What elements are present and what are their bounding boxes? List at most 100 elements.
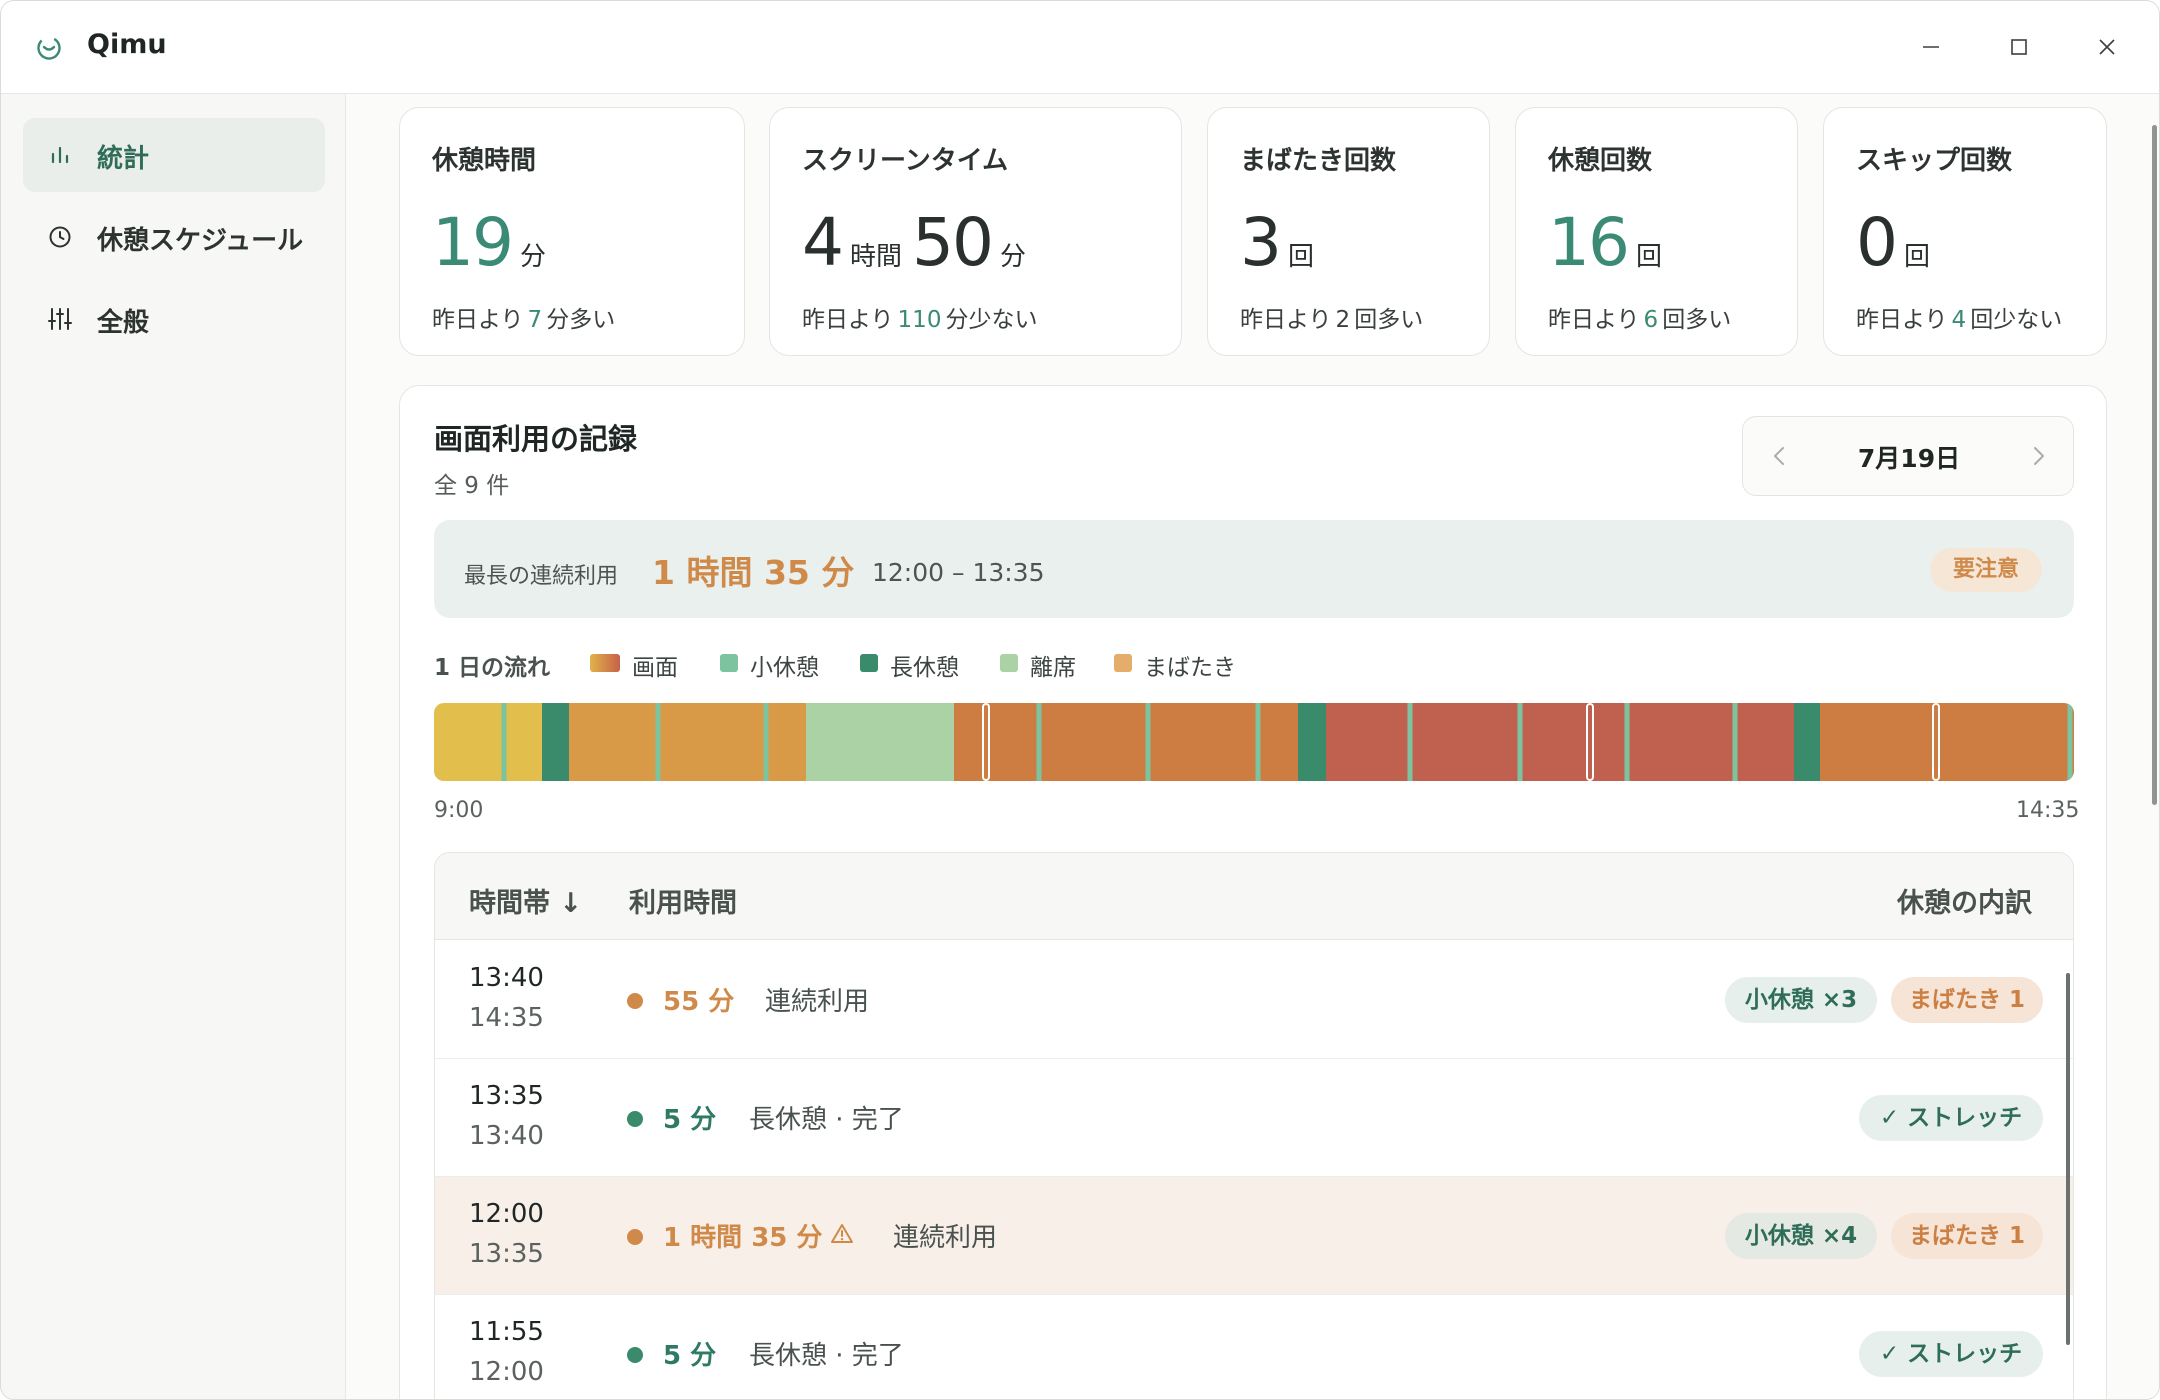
app-window: Qimu 統計 休憩スケジュール 全般 休憩時間 19 分 昨日より 7 分多い… xyxy=(0,0,2160,1400)
stat-diff: 昨日より 4 回少ない xyxy=(1856,300,2062,334)
stat-diff-suffix: 回多い xyxy=(1354,307,1424,333)
stat-card-screen-time: スクリーンタイム 4 時間 50 分 昨日より 110 分少ない xyxy=(769,107,1182,356)
legend-swatch xyxy=(1000,654,1018,672)
stat-diff-prefix: 昨日より xyxy=(1548,307,1640,333)
stat-unit: 回 xyxy=(1904,242,1931,272)
record-count: 全 9 件 xyxy=(434,473,510,499)
stat-unit: 回 xyxy=(1635,242,1662,272)
tag-stretch: ✓ ストレッチ xyxy=(1859,1331,2043,1377)
segment-short-break xyxy=(501,703,507,781)
longest-usage-range: 12:00 – 13:35 xyxy=(872,558,1045,587)
stat-diff-value: 7 xyxy=(527,307,543,333)
segment-short-break xyxy=(1732,703,1738,781)
longest-usage-banner: 最長の連続利用 1 時間 35 分 12:00 – 13:35 要注意 xyxy=(434,520,2074,618)
segment-short-break xyxy=(655,703,661,781)
sidebar: 統計 休憩スケジュール 全般 xyxy=(1,94,346,1399)
row-duration: 1 時間 35 分 xyxy=(663,1223,823,1253)
legend-label: 離席 xyxy=(1030,655,1076,681)
longest-usage-label: 最長の連続利用 xyxy=(464,564,619,589)
legend-label: 小休憩 xyxy=(750,655,819,681)
table-row[interactable]: 12:00 13:35 1 時間 35 分 連続利用 小休憩 ×4 まばたき 1 xyxy=(435,1177,2073,1295)
stat-diff: 昨日より 7 分多い xyxy=(432,300,615,334)
bar-chart-icon xyxy=(51,146,69,164)
segment-short-break xyxy=(1407,703,1413,781)
date-navigator: 7月19日 xyxy=(1742,416,2074,496)
stat-unit: 分 xyxy=(1000,242,1027,272)
sidebar-item-general[interactable]: 全般 xyxy=(23,282,325,356)
table-row[interactable]: 13:40 14:35 55 分 連続利用 小休憩 ×3 まばたき 1 xyxy=(435,941,2073,1059)
stat-diff-prefix: 昨日より xyxy=(1240,307,1332,333)
row-start-time: 13:35 xyxy=(469,1081,544,1111)
usage-table: 時間帯 ↓ 利用時間 休憩の内訳 13:40 14:35 55 分 連続利用 小… xyxy=(434,852,2074,1399)
table-row[interactable]: 13:35 13:40 5 分 長休憩 · 完了 ✓ ストレッチ xyxy=(435,1059,2073,1177)
segment-screen xyxy=(569,703,806,781)
clock-icon xyxy=(49,226,71,248)
stat-diff-value: 6 xyxy=(1643,307,1659,333)
sidebar-item-break-schedule[interactable]: 休憩スケジュール xyxy=(23,200,325,274)
main-scrollbar[interactable] xyxy=(2152,125,2157,805)
chevron-right-icon[interactable] xyxy=(2023,441,2053,471)
row-kind: 連続利用 xyxy=(893,1223,998,1253)
stat-number: 3 xyxy=(1240,204,1282,281)
stat-diff: 昨日より 2 回多い xyxy=(1240,300,1423,334)
stat-diff-prefix: 昨日より xyxy=(1856,307,1948,333)
stat-number: 4 xyxy=(802,204,844,281)
maximize-button[interactable] xyxy=(1997,25,2041,69)
app-logo-icon xyxy=(37,36,61,60)
warning-icon xyxy=(831,1224,853,1243)
segment-long-break xyxy=(542,703,569,781)
sidebar-item-stats[interactable]: 統計 xyxy=(23,118,325,192)
day-flow-timeline xyxy=(434,703,2074,781)
stat-unit: 時間 xyxy=(850,242,903,272)
legend-label: 画面 xyxy=(632,655,678,681)
timeline-end-label: 14:35 xyxy=(2016,798,2080,823)
sidebar-item-label: 統計 xyxy=(97,144,150,174)
legend-label: まばたき xyxy=(1144,655,1236,681)
stat-unit: 分 xyxy=(519,242,546,272)
stat-number: 16 xyxy=(1548,204,1630,281)
column-header-time[interactable]: 時間帯 ↓ xyxy=(469,881,582,920)
flow-title: 1 日の流れ xyxy=(434,655,551,681)
segment-short-break xyxy=(2067,703,2073,781)
row-kind: 連続利用 xyxy=(765,987,870,1017)
warning-badge: 要注意 xyxy=(1930,548,2042,592)
minimize-button[interactable] xyxy=(1909,25,1953,69)
segment-short-break xyxy=(1624,703,1630,781)
legend-swatch xyxy=(590,654,620,672)
segment-screen xyxy=(954,703,1298,781)
stat-diff-suffix: 回多い xyxy=(1662,307,1732,333)
segment-short-break xyxy=(1517,703,1523,781)
break-dot xyxy=(627,1111,643,1127)
segment-long-break xyxy=(1794,703,1820,781)
close-button[interactable] xyxy=(2085,25,2129,69)
segment-short-break xyxy=(1145,703,1151,781)
stat-title: スキップ回数 xyxy=(1856,146,2013,176)
stat-diff: 昨日より 110 分少ない xyxy=(802,300,1037,334)
table-scrollbar[interactable] xyxy=(2066,973,2070,1345)
row-duration: 5 分 xyxy=(663,1341,717,1371)
segment-away xyxy=(806,703,954,781)
sliders-icon xyxy=(48,308,72,330)
stat-title: 休憩時間 xyxy=(432,146,537,176)
row-kind: 長休憩 · 完了 xyxy=(749,1341,904,1371)
tag-blink: まばたき 1 xyxy=(1891,1213,2043,1259)
sidebar-item-label: 休憩スケジュール xyxy=(97,226,304,256)
close-icon xyxy=(2099,39,2115,55)
stat-diff-suffix: 回少ない xyxy=(1970,307,2063,333)
stat-diff-prefix: 昨日より xyxy=(432,307,524,333)
table-row[interactable]: 11:55 12:00 5 分 長休憩 · 完了 ✓ ストレッチ xyxy=(435,1295,2073,1399)
stat-card-skip-count: スキップ回数 0回 昨日より 4 回少ない xyxy=(1823,107,2107,356)
segment-screen xyxy=(1820,703,2074,781)
stat-title: 休憩回数 xyxy=(1548,146,1653,176)
row-kind: 長休憩 · 完了 xyxy=(749,1105,904,1135)
segment-short-break xyxy=(763,703,769,781)
tag-short-break: 小休憩 ×3 xyxy=(1725,977,1877,1023)
stat-title: まばたき回数 xyxy=(1240,146,1397,176)
legend-swatch xyxy=(1114,654,1132,672)
row-start-time: 12:00 xyxy=(469,1199,544,1229)
tag-stretch: ✓ ストレッチ xyxy=(1859,1095,2043,1141)
sidebar-item-label: 全般 xyxy=(97,308,150,338)
stat-title: スクリーンタイム xyxy=(802,146,1009,176)
row-end-time: 12:00 xyxy=(469,1357,544,1387)
tag-short-break: 小休憩 ×4 xyxy=(1725,1213,1877,1259)
